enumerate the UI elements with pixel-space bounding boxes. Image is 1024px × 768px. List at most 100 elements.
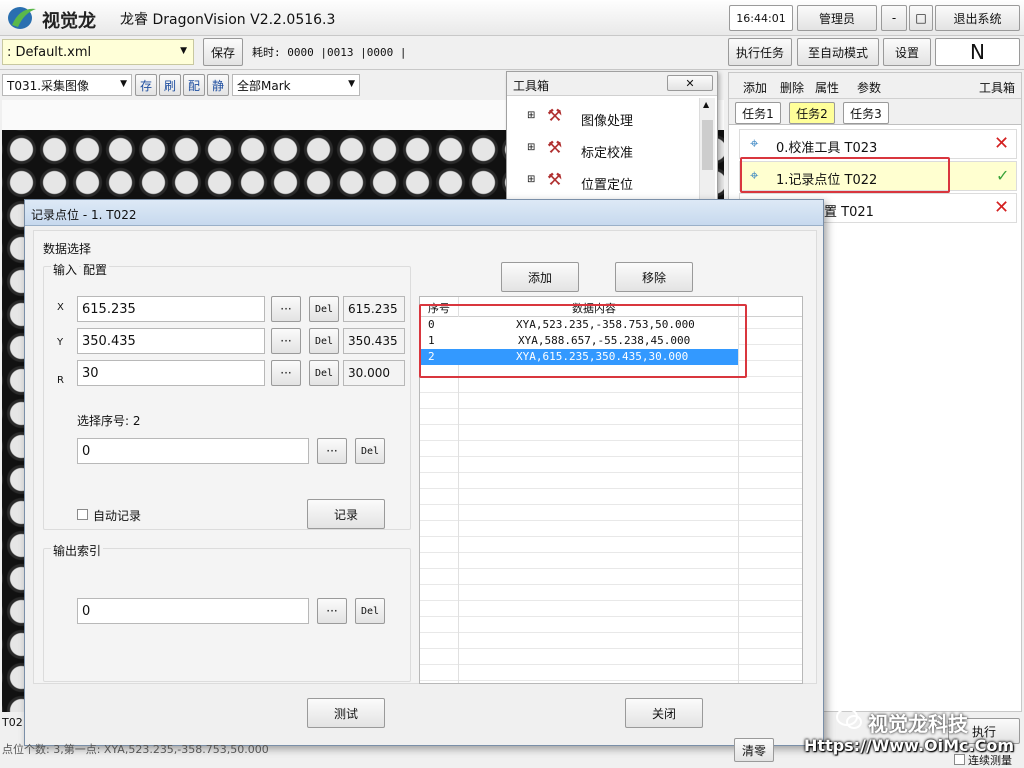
scroll-up-icon[interactable]: ▲ (703, 100, 709, 109)
mark-select-value: 全部Mark (237, 78, 291, 93)
watermark-name: 视觉龙科技 (868, 712, 968, 736)
output-browse-button[interactable]: ··· (317, 598, 347, 624)
toolbox-scrollbar[interactable]: ▲ (699, 98, 715, 210)
scrollbar-thumb[interactable] (702, 120, 713, 170)
action-parameters[interactable]: 参数 (857, 79, 881, 96)
title-bar: 视觉龙 龙睿 DragonVision V2.2.0516.3 16:44:01… (0, 0, 1024, 36)
fail-icon: ✕ (994, 197, 1010, 218)
camera-select[interactable]: T031.采集图像 ▼ (2, 74, 132, 96)
ok-icon: ✓ (996, 166, 1010, 185)
continuous-checkbox[interactable] (954, 754, 965, 765)
file-select[interactable]: : Default.xml ▼ (2, 39, 194, 65)
mode-indicator: N (935, 38, 1020, 66)
image-save-button[interactable]: 存 (135, 74, 157, 96)
r-del-button[interactable]: Del (309, 360, 339, 386)
r-label: R (57, 375, 64, 386)
x-del-button[interactable]: Del (309, 296, 339, 322)
maximize-button[interactable]: □ (909, 5, 933, 31)
y-readout: 350.435 (343, 328, 405, 354)
tool-icon: ⚒ (547, 170, 563, 190)
tool-icon: ⚒ (547, 138, 563, 158)
select-index-label: 选择序号: 2 (77, 414, 141, 428)
r-browse-button[interactable]: ··· (271, 360, 301, 386)
settings-button[interactable]: 设置 (883, 38, 931, 66)
y-input[interactable]: 350.435 (77, 328, 265, 354)
x-readout: 615.235 (343, 296, 405, 322)
index-browse-button[interactable]: ··· (317, 438, 347, 464)
chevron-down-icon: ▼ (180, 46, 187, 56)
index-del-button[interactable]: Del (355, 438, 385, 464)
y-label: Y (57, 337, 64, 348)
image-refresh-button[interactable]: 刷 (159, 74, 181, 96)
run-task-button[interactable]: 执行任务 (728, 38, 792, 66)
toolbox-item[interactable]: ⊞ ⚒ 位置定位 (525, 170, 695, 194)
data-select-label: 数据选择 (43, 242, 92, 256)
add-row-button[interactable]: 添加 (501, 262, 579, 292)
toolbar: : Default.xml ▼ 保存 耗时: 0000 |0013 |0000 … (0, 36, 1024, 70)
chevron-down-icon: ▼ (348, 79, 355, 89)
task-label: 0.校准工具 T023 (776, 141, 878, 156)
toolbox-item-label: 标定校准 (581, 146, 634, 161)
record-point-dialog: 记录点位 - 1. T022 数据选择 输入 配置 X 615.235 ··· … (24, 199, 824, 746)
output-index-input[interactable]: 0 (77, 598, 309, 624)
x-input[interactable]: 615.235 (77, 296, 265, 322)
auto-mode-button[interactable]: 至自动模式 (797, 38, 879, 66)
expand-icon[interactable]: ⊞ (527, 142, 535, 153)
image-config-button[interactable]: 配 (183, 74, 205, 96)
toolbox-title: 工具箱 (513, 79, 550, 93)
wechat-icon (836, 708, 862, 730)
config-tab[interactable]: 配置 (81, 261, 110, 278)
y-del-button[interactable]: Del (309, 328, 339, 354)
mark-select[interactable]: 全部Mark ▼ (232, 74, 360, 96)
action-properties[interactable]: 属性 (815, 79, 839, 96)
highlight-box-task (740, 157, 950, 193)
highlight-box-table (419, 304, 747, 378)
output-del-button[interactable]: Del (355, 598, 385, 624)
watermark-url: Https://Www.OiMc.Com (804, 736, 1014, 755)
status-tool-code: T02 (2, 716, 23, 729)
image-static-button[interactable]: 静 (207, 74, 229, 96)
expand-icon[interactable]: ⊞ (527, 174, 535, 185)
app-logo (6, 5, 42, 31)
test-button[interactable]: 测试 (307, 698, 385, 728)
tab-bar: 任务1 任务2 任务3 (729, 99, 1021, 125)
x-browse-button[interactable]: ··· (271, 296, 301, 322)
action-add[interactable]: 添加 (743, 79, 767, 96)
right-panel-actions: 添加 删除 属性 参数 工具箱 (729, 73, 1021, 99)
window-title: 龙睿 DragonVision V2.2.0516.3 (120, 12, 336, 28)
toolbox-item[interactable]: ⊞ ⚒ 图像处理 (525, 106, 695, 130)
record-button[interactable]: 记录 (307, 499, 385, 529)
brand-name: 视觉龙 (42, 11, 96, 32)
action-delete[interactable]: 删除 (780, 79, 804, 96)
chevron-down-icon: ▼ (120, 79, 127, 89)
toolbox-item-label: 位置定位 (581, 178, 634, 193)
index-input[interactable]: 0 (77, 438, 309, 464)
r-input[interactable]: 30 (77, 360, 265, 386)
remove-row-button[interactable]: 移除 (615, 262, 693, 292)
expand-icon[interactable]: ⊞ (527, 110, 535, 121)
toolbox-titlebar: 工具箱 ✕ (507, 72, 717, 96)
minimize-button[interactable]: - (881, 5, 907, 31)
save-button[interactable]: 保存 (203, 38, 243, 66)
close-icon[interactable]: ✕ (667, 75, 713, 91)
tab-task3[interactable]: 任务3 (843, 102, 889, 124)
user-button[interactable]: 管理员 (797, 5, 877, 31)
file-select-value: : Default.xml (7, 44, 92, 60)
y-browse-button[interactable]: ··· (271, 328, 301, 354)
auto-record-checkbox[interactable] (77, 509, 88, 520)
task-list-item[interactable]: ⌖ 0.校准工具 T023 ✕ (739, 129, 1017, 159)
dialog-titlebar: 记录点位 - 1. T022 (25, 200, 823, 226)
clear-button[interactable]: 清零 (734, 738, 774, 762)
toolbox-item[interactable]: ⊞ ⚒ 标定校准 (525, 138, 695, 162)
toolbox-panel: 工具箱 ✕ ⊞ ⚒ 图像处理 ⊞ ⚒ 标定校准 ⊞ ⚒ 位置定位 ▲ (506, 71, 718, 211)
status-point-info: 点位个数: 3,第一点: XYA,523.235,-358.753,50.000 (2, 743, 269, 756)
tab-task1[interactable]: 任务1 (735, 102, 781, 124)
exit-system-button[interactable]: 退出系统 (935, 5, 1020, 31)
clock-display: 16:44:01 (729, 5, 793, 31)
x-label: X (57, 302, 64, 313)
r-readout: 30.000 (343, 360, 405, 386)
close-button[interactable]: 关闭 (625, 698, 703, 728)
tab-task2[interactable]: 任务2 (789, 102, 835, 124)
input-tab[interactable]: 输入 (51, 261, 80, 278)
task-label: 置 T021 (824, 205, 874, 220)
